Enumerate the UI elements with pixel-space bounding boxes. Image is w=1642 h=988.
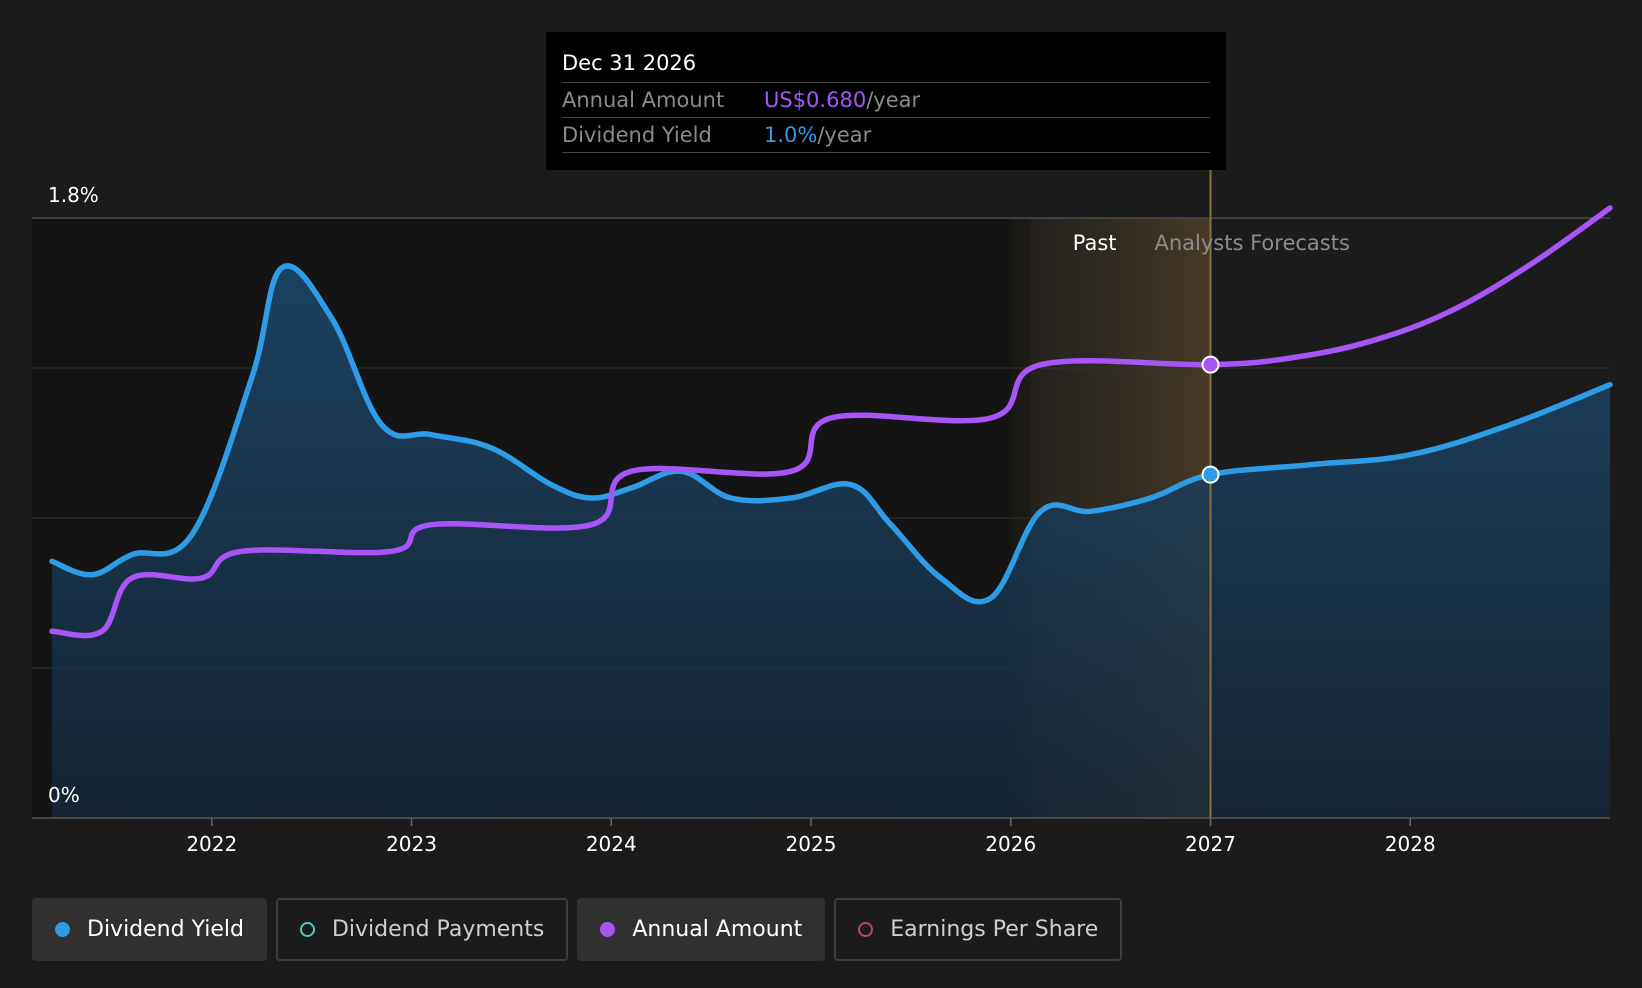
legend-annual-amount[interactable]: Annual Amount [577,898,826,961]
forecast-label: Analysts Forecasts [1155,231,1350,255]
dividend-yield-marker [1201,465,1220,484]
x-tick-label: 2028 [1385,832,1436,856]
tooltip-label: Annual Amount [562,88,725,112]
earnings-per-share-ring-icon [858,922,874,937]
x-tick-label: 2026 [985,832,1036,856]
legend-label: Dividend Payments [331,917,545,942]
y-tick-label-min: 0% [48,783,80,807]
legend-label: Earnings Per Share [890,917,1099,942]
x-tick-label: 2027 [1185,832,1236,856]
tooltip-value: US$0.680 [764,88,867,112]
legend-label: Dividend Yield [87,917,244,942]
x-tick-label: 2024 [586,832,637,856]
legend: Dividend Yield Dividend Payments Annual … [32,898,1123,961]
legend-label: Annual Amount [632,917,803,942]
x-tick-label: 2022 [186,832,237,856]
x-tick-label: 2023 [386,832,437,856]
x-axis-ticks: 2022 2023 2024 2025 2026 2027 2028 [186,818,1436,856]
past-label: Past [1073,231,1117,255]
dividend-payments-ring-icon [299,922,315,937]
tooltip: Dec 31 2026 Annual Amount US$0.680 /year… [546,32,1226,170]
y-tick-label-max: 1.8% [48,183,99,207]
legend-dividend-payments[interactable]: Dividend Payments [275,898,569,961]
tooltip-unit: /year [866,88,921,112]
legend-earnings-per-share[interactable]: Earnings Per Share [834,898,1123,961]
tooltip-unit: /year [817,123,872,147]
tooltip-date: Dec 31 2026 [562,46,1210,83]
legend-dividend-yield[interactable]: Dividend Yield [32,898,267,961]
tooltip-row-annual-amount: Annual Amount US$0.680 /year [562,83,1210,118]
dividend-yield-dot-icon [55,922,70,937]
x-tick-label: 2025 [786,832,837,856]
tooltip-label: Dividend Yield [562,123,712,147]
tooltip-value: 1.0% [764,123,818,147]
annual-amount-dot-icon [600,922,616,937]
tooltip-row-dividend-yield: Dividend Yield 1.0% /year [562,118,1210,153]
annual-amount-marker [1201,355,1220,374]
